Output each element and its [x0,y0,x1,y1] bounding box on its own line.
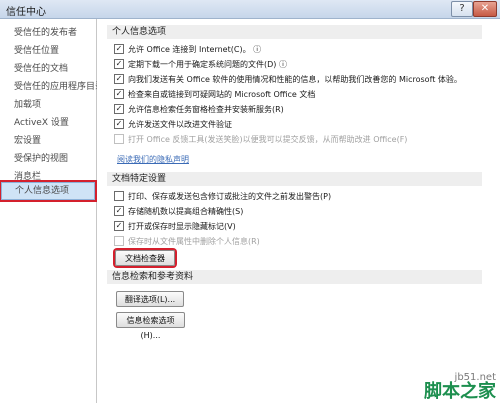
sidebar-item-trusted-publishers[interactable]: 受信任的发布者 [1,25,95,42]
option-connect-internet[interactable]: 允许 Office 连接到 Internet(C)。 ⓘ [114,43,261,56]
checkbox-icon[interactable] [114,73,124,84]
checkbox-icon[interactable] [114,190,124,201]
document-inspector-button[interactable]: 文档检查器(I)... [115,250,175,278]
option-file-validation[interactable]: 允许发送文件以改进文件验证 [114,118,232,131]
checkbox-icon [114,235,124,246]
privacy-statement-link[interactable]: 阅读我们的隐私声明 [117,154,189,165]
main-panel: 个人信息选项 允许 Office 连接到 Internet(C)。 ⓘ 定期下载… [97,19,500,403]
option-remove-personal-info: 保存时从文件属性中删除个人信息(R) [114,235,260,248]
checkbox-icon[interactable] [114,43,124,54]
section-header-privacy: 个人信息选项 [107,25,482,39]
info-icon[interactable]: ⓘ [279,60,287,69]
translation-options-button[interactable]: 翻译选项(L)... [116,291,184,307]
sidebar-item-activex[interactable]: ActiveX 设置 [1,115,95,132]
sidebar-item-trusted-locations[interactable]: 受信任位置 [1,43,95,60]
title-bar: 信任中心 ? ✕ [0,0,500,19]
window-title: 信任中心 [6,7,46,18]
option-download-diagnostic-file[interactable]: 定期下载一个用于确定系统问题的文件(D) ⓘ [114,58,287,71]
option-feedback-tool: 打开 Office 反馈工具(发送笑脸)以便我可以提交反馈，从而帮助改进 Off… [114,133,407,146]
checkbox-icon[interactable] [114,58,124,69]
info-icon[interactable]: ⓘ [253,45,261,54]
sidebar-item-trusted-app-catalogs[interactable]: 受信任的应用程序目录 [1,79,104,96]
sidebar-item-privacy-options[interactable]: 个人信息选项 [1,182,95,200]
checkbox-icon[interactable] [114,118,124,129]
sidebar-item-macro-settings[interactable]: 宏设置 [1,133,95,150]
checkbox-icon[interactable] [114,103,124,114]
option-warn-before-print[interactable]: 打印、保存或发送包含修订或批注的文件之前发出警告(P) [114,190,331,203]
option-research-pane-services[interactable]: 允许信息检索任务窗格检查并安装新服务(R) [114,103,284,116]
section-header-document: 文档特定设置 [107,172,482,186]
research-options-button[interactable]: 信息检索选项(H)... [116,312,185,340]
option-show-hidden-markup[interactable]: 打开或保存时显示隐藏标记(V) [114,220,236,233]
sidebar-item-trusted-documents[interactable]: 受信任的文档 [1,61,95,78]
checkbox-icon[interactable] [114,205,124,216]
checkbox-icon[interactable] [114,88,124,99]
option-usage-data[interactable]: 向我们发送有关 Office 软件的使用情况和性能的信息，以帮助我们改善您的 M… [114,73,462,86]
sidebar-item-protected-view[interactable]: 受保护的视图 [1,151,95,168]
sidebar-item-addins[interactable]: 加载项 [1,97,95,114]
close-icon[interactable]: ✕ [473,1,497,17]
help-icon[interactable]: ? [451,1,473,17]
option-check-suspicious-sites[interactable]: 检查来自或链接到可疑网站的 Microsoft Office 文档 [114,88,315,101]
watermark-logo: jb51.net 脚本之家 [424,372,496,401]
sidebar: 受信任的发布者 受信任位置 受信任的文档 受信任的应用程序目录 加载项 Acti… [0,19,104,403]
checkbox-icon [114,133,124,144]
watermark-brand: 脚本之家 [424,381,496,402]
section-header-research: 信息检索和参考资料 [107,270,482,284]
option-store-random-number[interactable]: 存储随机数以提高组合精确性(S) [114,205,243,218]
checkbox-icon[interactable] [114,220,124,231]
